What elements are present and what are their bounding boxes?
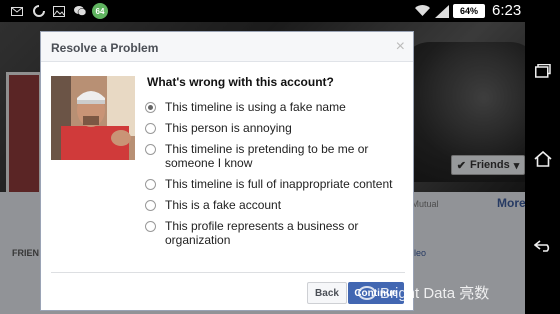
close-icon[interactable]: × [396, 38, 405, 56]
resolve-problem-dialog: Resolve a Problem × What's wrong with th… [40, 31, 414, 311]
option-label: This timeline is pretending to be me or … [165, 142, 369, 170]
radio-button[interactable] [145, 123, 156, 134]
option-annoying[interactable]: This person is annoying [145, 121, 409, 135]
home-button[interactable] [525, 144, 560, 174]
mail-icon [10, 4, 24, 18]
back-arrow-icon [533, 240, 549, 252]
status-bar: 64 64% 6:23 [0, 0, 560, 22]
back-button[interactable]: Back [307, 282, 347, 304]
wifi-icon [414, 4, 430, 18]
sync-icon [32, 4, 46, 18]
radio-button[interactable] [145, 200, 156, 211]
battery-icon: 64% [453, 4, 485, 18]
footer-divider [51, 272, 405, 273]
dialog-header: Resolve a Problem × [41, 32, 413, 62]
option-fake-name[interactable]: This timeline is using a fake name [145, 100, 409, 114]
option-label: This profile represents a business or or… [165, 219, 359, 247]
clock: 6:23 [492, 2, 522, 19]
back-nav-button[interactable] [525, 231, 560, 261]
notification-badge: 64 [92, 3, 108, 19]
option-business-profile[interactable]: This profile represents a business or or… [145, 219, 409, 247]
home-icon [533, 151, 552, 167]
wechat-icon [72, 4, 88, 18]
android-nav-bar [525, 22, 560, 314]
reported-profile-photo [51, 76, 135, 160]
image-icon [52, 4, 66, 18]
radio-button[interactable] [145, 179, 156, 190]
option-label: This is a fake account [165, 198, 282, 212]
option-inappropriate-content[interactable]: This timeline is full of inappropriate c… [145, 177, 409, 191]
question-heading: What's wrong with this account? [147, 75, 334, 89]
signal-icon [434, 4, 450, 18]
watermark: Bright Data 亮数 [358, 282, 489, 303]
watermark-logo-icon [358, 285, 376, 300]
radio-button[interactable] [145, 221, 156, 232]
option-label: This timeline is full of inappropriate c… [165, 177, 393, 191]
watermark-text: Bright Data 亮数 [380, 285, 490, 302]
recent-apps-icon [534, 64, 551, 78]
battery-level: 64% [459, 6, 478, 16]
dialog-title: Resolve a Problem [51, 41, 159, 55]
radio-button[interactable] [145, 102, 156, 113]
radio-button[interactable] [145, 144, 156, 155]
option-impersonation[interactable]: This timeline is pretending to be me or … [145, 142, 409, 170]
reason-options: This timeline is using a fake name This … [145, 100, 409, 254]
option-label: This person is annoying [165, 121, 292, 135]
option-fake-account[interactable]: This is a fake account [145, 198, 409, 212]
option-label: This timeline is using a fake name [165, 100, 346, 114]
recent-apps-button[interactable] [525, 56, 560, 86]
